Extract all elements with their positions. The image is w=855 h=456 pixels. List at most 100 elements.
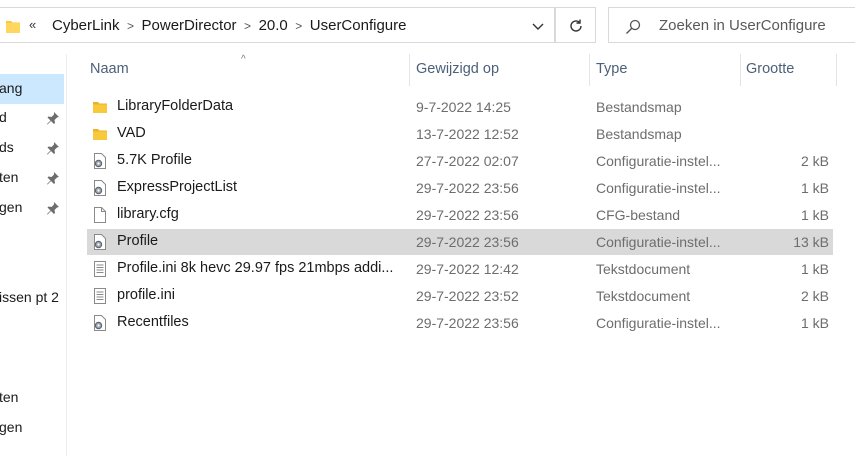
breadcrumb-version[interactable]: 20.0 [259, 17, 288, 34]
file-row[interactable]: profile.ini 29-7-2022 23:52 Tekstdocumen… [87, 283, 833, 309]
nav-item-label: gen [0, 419, 23, 435]
search-placeholder: Zoeken in UserConfigure [659, 17, 826, 34]
folder-icon [92, 99, 108, 115]
breadcrumb: CyberLink > PowerDirector > 20.0 > UserC… [52, 17, 406, 34]
file-modified: 9-7-2022 14:25 [416, 99, 511, 115]
file-name: 5.7K Profile [117, 152, 192, 168]
file-modified: 29-7-2022 23:56 [416, 207, 519, 223]
overflow-chevron-icon[interactable]: « [29, 17, 36, 32]
file-name: Profile.ini 8k hevc 29.97 fps 21mbps add… [117, 260, 394, 276]
chevron-right-icon[interactable]: > [120, 19, 142, 33]
file-row[interactable]: 5.7K Profile 27-7-2022 02:07 Configurati… [87, 148, 833, 174]
folder-icon [6, 18, 20, 37]
file-list[interactable]: ^ Naam Gewijzigd op Type Grootte Library… [67, 54, 855, 456]
nav-item-label: issen pt 2 [0, 289, 59, 305]
file-row[interactable]: Profile.ini 8k hevc 29.97 fps 21mbps add… [87, 256, 833, 282]
column-header-modified[interactable]: Gewijzigd op [416, 61, 499, 77]
column-divider[interactable] [836, 54, 837, 86]
file-type: Tekstdocument [596, 261, 691, 277]
file-row[interactable]: VAD 13-7-2022 12:52 Bestandsmap [87, 121, 833, 147]
file-modified: 29-7-2022 23:56 [416, 315, 519, 331]
chevron-right-icon[interactable]: > [288, 19, 310, 33]
column-divider[interactable] [589, 54, 590, 86]
nav-item-label: ten [0, 389, 19, 405]
sort-ascending-icon: ^ [241, 54, 246, 65]
column-header-size[interactable]: Grootte [746, 61, 794, 77]
address-bar[interactable]: « CyberLink > PowerDirector > 20.0 > Use… [0, 7, 555, 43]
file-name: ExpressProjectList [117, 179, 238, 195]
chevron-down-icon[interactable] [530, 18, 546, 34]
nav-item[interactable]: d [0, 103, 64, 133]
navigation-pane[interactable]: ang d ds ten gen issen pt 2 ten gen [0, 54, 66, 456]
refresh-button[interactable] [555, 7, 596, 43]
file-size: 1 kB [800, 180, 829, 196]
nav-item-label: gen [0, 199, 23, 215]
file-size: 1 kB [800, 315, 829, 331]
file-type: Bestandsmap [596, 126, 682, 142]
breadcrumb-cyberlink[interactable]: CyberLink [52, 17, 120, 34]
folder-icon [92, 126, 108, 142]
pin-icon [46, 111, 60, 128]
nav-item[interactable]: ds [0, 133, 64, 163]
file-row[interactable]: library.cfg 29-7-2022 23:56 CFG-bestand … [87, 202, 833, 228]
column-header-name[interactable]: Naam [90, 61, 129, 77]
file-modified: 29-7-2022 23:52 [416, 288, 519, 304]
nav-item-label: ang [0, 80, 23, 96]
file-size: 1 kB [800, 261, 829, 277]
nav-item[interactable]: ten [0, 163, 64, 193]
nav-item[interactable]: ang [0, 74, 64, 104]
column-divider[interactable] [740, 54, 741, 86]
file-modified: 29-7-2022 23:56 [416, 234, 519, 250]
blank-file-icon [92, 207, 108, 223]
file-size: 2 kB [800, 153, 829, 169]
nav-item[interactable]: ten [0, 383, 64, 413]
nav-item[interactable]: gen [0, 193, 64, 223]
file-modified: 13-7-2022 12:52 [416, 126, 519, 142]
file-name: Profile [117, 233, 159, 249]
config-file-icon [92, 315, 108, 331]
search-icon [626, 19, 641, 34]
config-file-icon [92, 180, 108, 196]
breadcrumb-userconfigure[interactable]: UserConfigure [310, 17, 407, 34]
nav-item-label: d [0, 109, 7, 125]
file-row-selected[interactable]: Profile 29-7-2022 23:56 Configuratie-ins… [87, 229, 833, 255]
nav-item-label: ds [0, 139, 14, 155]
file-row[interactable]: Recentfiles 29-7-2022 23:56 Configuratie… [87, 310, 833, 336]
file-type: Tekstdocument [596, 288, 691, 304]
config-file-icon [92, 234, 108, 250]
file-size: 2 kB [800, 288, 829, 304]
pin-icon [46, 141, 60, 158]
file-row[interactable]: LibraryFolderData 9-7-2022 14:25 Bestand… [87, 94, 833, 120]
config-file-icon [92, 153, 108, 169]
file-size: 1 kB [800, 207, 829, 223]
pin-icon [46, 201, 60, 218]
nav-item[interactable]: issen pt 2 [0, 283, 64, 313]
file-type: CFG-bestand [596, 207, 681, 223]
file-modified: 29-7-2022 23:56 [416, 180, 519, 196]
search-box[interactable]: Zoeken in UserConfigure [608, 7, 855, 43]
column-header-type[interactable]: Type [596, 61, 627, 77]
file-row[interactable]: ExpressProjectList 29-7-2022 23:56 Confi… [87, 175, 833, 201]
column-divider[interactable] [409, 54, 410, 86]
file-type: Configuratie-instel... [596, 153, 721, 169]
pin-icon [46, 171, 60, 188]
file-name: profile.ini [117, 287, 176, 303]
file-type: Bestandsmap [596, 99, 682, 115]
toolbar: « CyberLink > PowerDirector > 20.0 > Use… [0, 0, 855, 54]
file-modified: 29-7-2022 12:42 [416, 261, 519, 277]
file-name: VAD [117, 125, 146, 141]
refresh-icon [570, 19, 582, 32]
breadcrumb-powerdirector[interactable]: PowerDirector [142, 17, 237, 34]
text-file-icon [92, 261, 108, 277]
file-name: library.cfg [117, 206, 179, 222]
chevron-right-icon[interactable]: > [237, 19, 259, 33]
column-header-row: ^ Naam Gewijzigd op Type Grootte [67, 54, 855, 86]
file-type: Configuratie-instel... [596, 234, 721, 250]
file-type: Configuratie-instel... [596, 315, 721, 331]
text-file-icon [92, 288, 108, 304]
nav-item[interactable]: gen [0, 413, 64, 443]
file-modified: 27-7-2022 02:07 [416, 153, 519, 169]
file-type: Configuratie-instel... [596, 180, 721, 196]
file-name: LibraryFolderData [117, 98, 234, 114]
file-size: 13 kB [793, 234, 829, 250]
